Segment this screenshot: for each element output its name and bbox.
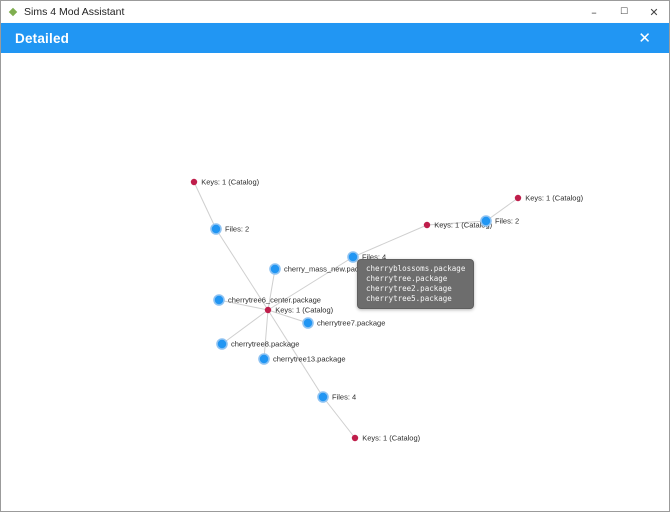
graph-node-label: Keys: 1 (Catalog) [525,194,583,203]
graph-node-label: Keys: 1 (Catalog) [275,306,333,315]
graph-edge [263,309,269,360]
titlebar: Sims 4 Mod Assistant – ☐ ✕ [1,1,669,23]
graph-edge [322,396,356,439]
graph-node-files-2-right[interactable] [480,215,492,227]
graph-node-keys-top-right[interactable] [514,194,522,202]
app-icon [8,7,18,17]
graph-canvas[interactable]: Keys: 1 (Catalog) Files: 2 cherry_mass_new… [1,53,669,512]
node-tooltip: cherryblossoms.package cherrytree.package… [357,259,475,309]
graph-node-keys-bottom[interactable] [351,434,359,442]
graph-edge [267,309,324,398]
graph-node-keys-top-left[interactable] [190,178,198,186]
detailed-view-header: Detailed ✕ [1,23,669,53]
dependency-graph[interactable]: Keys: 1 (Catalog)Files: 2cherry_mass_new… [1,53,669,512]
graph-node-tree6-center[interactable] [213,294,225,306]
tooltip-line: cherrytree2.package [366,284,452,293]
graph-node-label: cherrytree6_center.package [228,296,321,305]
graph-edge [193,181,217,230]
graph-node-tree13[interactable] [258,353,270,365]
graph-node-tree7[interactable] [302,317,314,329]
graph-node-label: cherrytree7.package [317,319,385,328]
tooltip-line: cherryblossoms.package [366,264,466,273]
app-window: Sims 4 Mod Assistant – ☐ ✕ Detailed ✕ Ke… [0,0,670,512]
window-title: Sims 4 Mod Assistant [24,6,125,18]
tooltip-line: cherrytree5.package [366,294,452,303]
graph-node-label: cherrytree13.package [273,355,346,364]
graph-node-files-2-top-left[interactable] [210,223,222,235]
close-detailed-view-icon[interactable]: ✕ [638,23,651,53]
graph-node-label: Files: 2 [225,225,249,234]
page-title: Detailed [15,30,70,46]
graph-node-keys-center[interactable] [264,306,272,314]
graph-node-label: Keys: 1 (Catalog) [201,178,259,187]
graph-node-cherry-mass-new[interactable] [269,263,281,275]
minimize-button[interactable]: – [579,1,609,23]
graph-node-tree8[interactable] [216,338,228,350]
graph-node-keys-mid-right[interactable] [423,221,431,229]
graph-node-label: Files: 4 [332,393,356,402]
tooltip-line: cherrytree.package [366,274,448,283]
graph-node-label: cherrytree8.package [231,340,299,349]
window-controls: – ☐ ✕ [579,1,669,23]
maximize-button[interactable]: ☐ [609,1,639,23]
window-close-button[interactable]: ✕ [639,1,669,23]
graph-node-files-4-bottom[interactable] [317,391,329,403]
graph-node-label: Keys: 1 (Catalog) [362,434,420,443]
graph-node-label: Files: 2 [495,217,519,226]
